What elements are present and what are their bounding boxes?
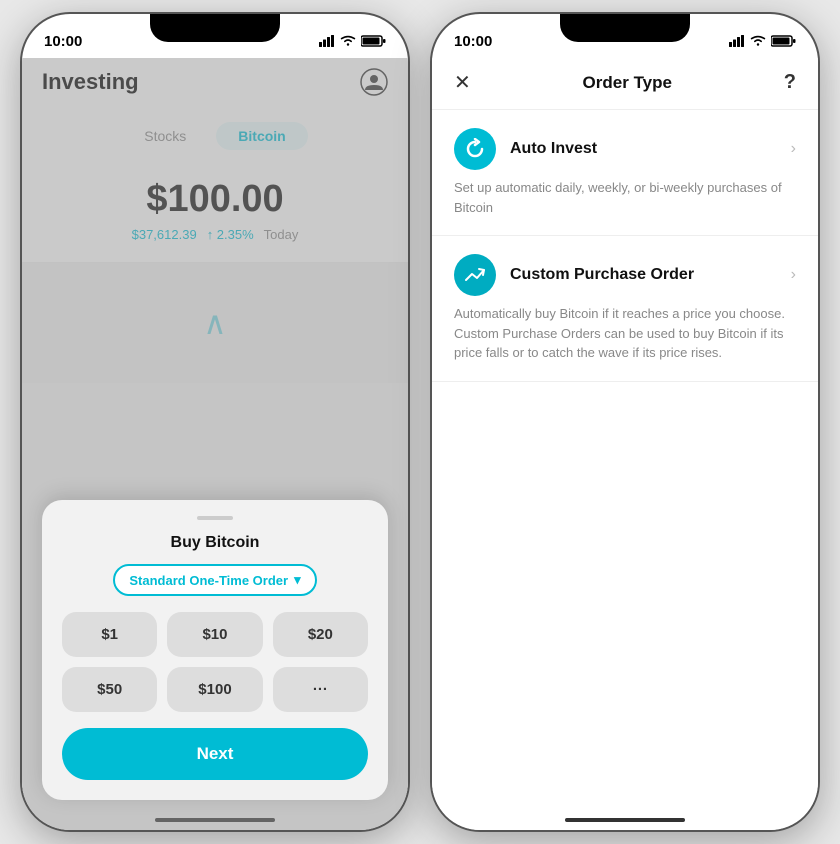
- wifi-icon-right: [750, 35, 766, 47]
- option-top-auto: Auto Invest ›: [454, 128, 796, 170]
- order-type-header: ✕ Order Type ?: [432, 58, 818, 110]
- sheet-title: Buy Bitcoin: [62, 534, 368, 552]
- option-top-custom: Custom Purchase Order ›: [454, 254, 796, 296]
- option-left-auto: Auto Invest: [454, 128, 597, 170]
- chart-arrow-icon: [464, 264, 486, 286]
- wifi-icon: [340, 35, 356, 47]
- notch-right: [560, 14, 690, 42]
- left-phone: 10:00 Investing: [20, 12, 410, 832]
- status-icons-left: [319, 35, 386, 47]
- auto-invest-desc: Set up automatic daily, weekly, or bi-we…: [454, 178, 796, 217]
- next-button[interactable]: Next: [62, 728, 368, 780]
- auto-invest-name: Auto Invest: [510, 140, 597, 158]
- battery-icon: [361, 35, 386, 47]
- battery-icon-right: [771, 35, 796, 47]
- time-right: 10:00: [454, 33, 492, 50]
- order-type-chevron: ▾: [294, 572, 301, 588]
- amount-100[interactable]: $100: [167, 667, 262, 712]
- notch: [150, 14, 280, 42]
- screen-content-right: ✕ Order Type ? Auto Invest › Set up au: [432, 58, 818, 830]
- custom-purchase-option[interactable]: Custom Purchase Order › Automatically bu…: [432, 236, 818, 382]
- order-type-pill[interactable]: Standard One-Time Order ▾: [113, 564, 316, 596]
- amount-more[interactable]: ···: [273, 667, 368, 712]
- auto-invest-icon: [454, 128, 496, 170]
- custom-purchase-chevron: ›: [791, 266, 796, 284]
- right-phone: 10:00 ✕ Order Type: [430, 12, 820, 832]
- bottom-sheet: Buy Bitcoin Standard One-Time Order ▾ $1…: [42, 500, 388, 800]
- help-button[interactable]: ?: [784, 71, 796, 94]
- time-left: 10:00: [44, 33, 82, 50]
- home-indicator-right: [565, 818, 685, 822]
- option-left-custom: Custom Purchase Order: [454, 254, 694, 296]
- amount-50[interactable]: $50: [62, 667, 157, 712]
- amount-10[interactable]: $10: [167, 612, 262, 657]
- custom-purchase-name: Custom Purchase Order: [510, 266, 694, 284]
- auto-invest-chevron: ›: [791, 140, 796, 158]
- auto-invest-option[interactable]: Auto Invest › Set up automatic daily, we…: [432, 110, 818, 236]
- custom-purchase-desc: Automatically buy Bitcoin if it reaches …: [454, 304, 796, 363]
- signal-icon-right: [729, 35, 745, 47]
- sheet-handle: [197, 516, 233, 520]
- order-type-label: Standard One-Time Order: [129, 573, 288, 588]
- custom-purchase-icon: [454, 254, 496, 296]
- screen-content-left: Investing Stocks Bitcoin $100.00 $37,612…: [22, 58, 408, 830]
- amount-1[interactable]: $1: [62, 612, 157, 657]
- signal-icon: [319, 35, 335, 47]
- refresh-icon: [464, 138, 486, 160]
- close-button[interactable]: ✕: [454, 70, 471, 95]
- order-type-title: Order Type: [583, 73, 672, 93]
- amount-20[interactable]: $20: [273, 612, 368, 657]
- status-icons-right: [729, 35, 796, 47]
- amount-grid: $1 $10 $20 $50 $100 ···: [62, 612, 368, 712]
